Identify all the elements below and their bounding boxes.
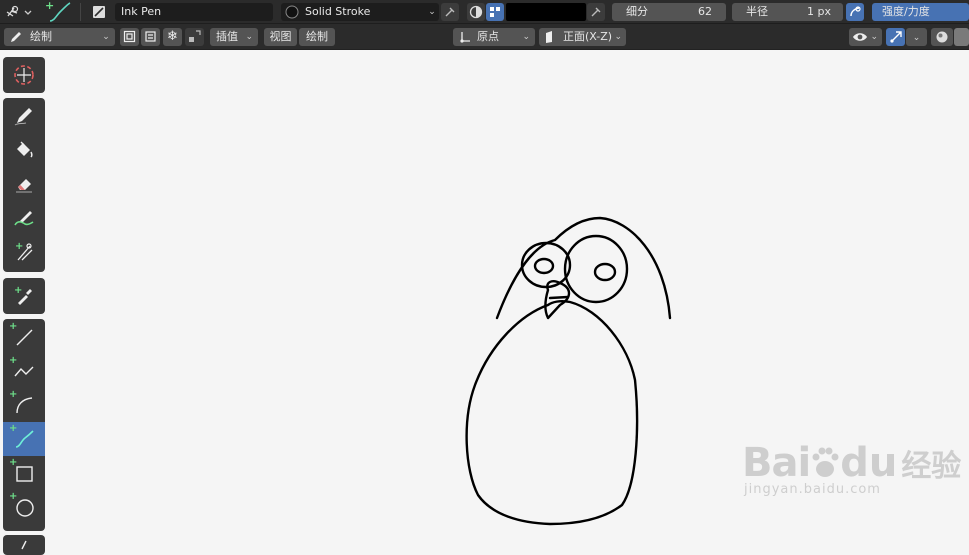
chevron-down-icon: ⌄ xyxy=(522,32,530,42)
radius-value: 1 px xyxy=(807,5,831,18)
tool-group-extra xyxy=(3,535,45,555)
more-tool[interactable] xyxy=(3,535,45,555)
watermark-brand: Bai xyxy=(742,440,811,486)
cursor-tool[interactable] xyxy=(3,58,45,92)
arc-tool[interactable]: + xyxy=(3,388,45,422)
chevron-down-icon: ⌄ xyxy=(428,7,436,17)
pencil-icon xyxy=(14,108,32,126)
transform-icon xyxy=(21,540,27,550)
radius-label: 半径 xyxy=(746,5,768,18)
stroke-color-swatch[interactable] xyxy=(506,3,586,21)
brush-data-icon xyxy=(90,3,108,21)
origin-axis-icon xyxy=(457,29,473,45)
color-mode-material-button[interactable] xyxy=(467,3,485,21)
material-ball-icon xyxy=(284,4,300,20)
front-view-icon xyxy=(543,29,559,45)
svg-text:+: + xyxy=(15,241,23,252)
chevron-down-icon: ⌄ xyxy=(912,33,921,43)
draw-menu[interactable]: 绘制 xyxy=(299,28,335,46)
draw-tool[interactable] xyxy=(3,99,45,133)
tool-group-paint: + xyxy=(3,98,45,272)
curve-tool[interactable]: + xyxy=(3,422,45,456)
gizmo-toggle-button[interactable] xyxy=(886,28,905,46)
add-indicator-icon: + xyxy=(9,321,18,332)
tint-brush-icon xyxy=(14,211,34,226)
add-indicator-icon: + xyxy=(9,423,18,434)
shading-options-button[interactable] xyxy=(954,28,969,46)
add-indicator-icon: + xyxy=(9,355,18,366)
pin-color-button[interactable] xyxy=(587,3,605,21)
cutter-tool[interactable]: + xyxy=(3,235,45,269)
snowflake-icon[interactable]: ❄ xyxy=(163,28,182,46)
watermark-brand-cn: 经验 xyxy=(901,449,962,484)
interpolate-label: 插值 xyxy=(216,30,238,43)
overlay-visibility-dropdown[interactable]: ⌄ xyxy=(849,28,882,46)
tool-group-eyedropper: + xyxy=(3,278,45,314)
pressure-toggle-button[interactable] xyxy=(846,3,864,21)
circle-tool[interactable]: + xyxy=(3,490,45,524)
gizmo-dropdown[interactable]: ⌄ xyxy=(906,28,927,46)
mode-label: 绘制 xyxy=(30,30,52,43)
tool-settings-bar: 绘制 ⌄ ❄ 插值 ⌄ 视图 绘制 原点 ⌄ 正面(X-Z) ⌄ ⌄ ⌄ xyxy=(0,24,969,50)
add-indicator-icon: + xyxy=(9,491,18,502)
baidu-watermark: Bai du 经验 jingyan.baidu.com xyxy=(742,440,961,497)
svg-text:+: + xyxy=(45,0,54,12)
strength-field[interactable]: 强度/力度 xyxy=(872,3,969,21)
add-indicator-icon: + xyxy=(9,457,18,468)
scissors-icon: + xyxy=(15,241,33,261)
material-name: Solid Stroke xyxy=(305,5,371,18)
tint-tool[interactable] xyxy=(3,201,45,235)
chevron-down-icon: ⌄ xyxy=(614,32,622,42)
polyline-tool[interactable]: + xyxy=(3,354,45,388)
material-selector[interactable]: Solid Stroke xyxy=(281,3,439,21)
tool-group-cursor xyxy=(3,57,45,93)
brush-selector-icon[interactable] xyxy=(4,3,34,21)
fill-bucket-icon xyxy=(17,141,33,158)
top-header-bar: + Ink Pen Solid Stroke ⌄ 细分 62 半径 1 px 强… xyxy=(0,0,969,24)
subdivide-label: 细分 xyxy=(626,5,648,18)
multiframe-toggle-button[interactable] xyxy=(120,28,139,46)
view-menu[interactable]: 视图 xyxy=(264,28,297,46)
fill-tool[interactable] xyxy=(3,133,45,167)
eyedropper-icon: + xyxy=(14,285,32,305)
eye-icon xyxy=(852,28,868,51)
line-tool[interactable]: + xyxy=(3,320,45,354)
watermark-brand-2: du xyxy=(840,440,898,486)
eyedropper-tool[interactable]: + xyxy=(3,279,45,313)
add-indicator-icon: + xyxy=(9,389,18,400)
interpolate-dropdown[interactable]: 插值 ⌄ xyxy=(210,28,258,46)
subdivide-value: 62 xyxy=(698,5,712,18)
orientation-label: 正面(X-Z) xyxy=(563,30,613,43)
chevron-down-icon: ⌄ xyxy=(102,32,110,42)
tool-group-shapes: + + + + + + xyxy=(3,319,45,531)
pin-material-button[interactable] xyxy=(441,3,459,21)
separator xyxy=(80,3,81,21)
origin-label: 原点 xyxy=(477,30,499,43)
curve-stroke-icon: + xyxy=(42,0,72,24)
cursor-icon xyxy=(14,65,34,85)
erase-tool[interactable] xyxy=(3,167,45,201)
viewport-shading-button[interactable] xyxy=(931,28,953,46)
chevron-down-icon: ⌄ xyxy=(245,32,253,42)
svg-text:+: + xyxy=(14,285,22,296)
frame-lock-button[interactable] xyxy=(141,28,160,46)
color-mode-vertex-button[interactable] xyxy=(486,3,504,21)
eraser-icon xyxy=(16,179,32,193)
box-tool[interactable]: + xyxy=(3,456,45,490)
chevron-down-icon: ⌄ xyxy=(870,32,878,42)
radius-field[interactable]: 半径 1 px xyxy=(732,3,843,21)
brush-name-field[interactable]: Ink Pen xyxy=(115,3,273,21)
grid-snap-button[interactable] xyxy=(185,28,204,46)
paw-icon xyxy=(810,443,840,483)
subdivide-field[interactable]: 细分 62 xyxy=(612,3,726,21)
pencil-icon xyxy=(8,29,24,45)
